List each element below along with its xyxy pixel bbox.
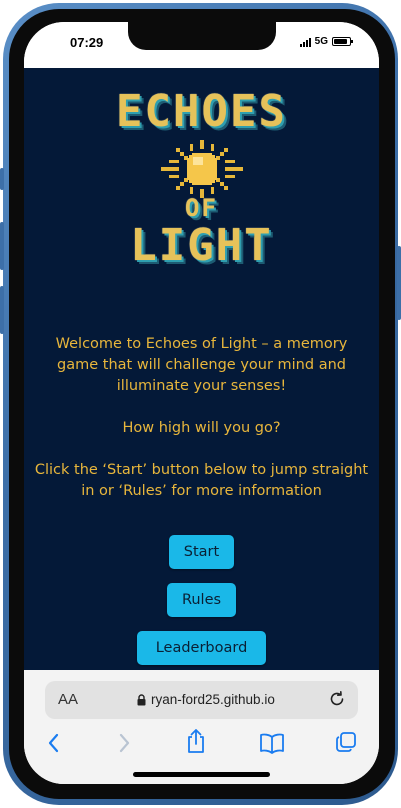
notch <box>128 22 276 50</box>
status-indicators: 5G <box>299 36 353 47</box>
text-size-button[interactable]: AA <box>58 691 78 708</box>
start-button[interactable]: Start <box>169 535 234 569</box>
status-time: 07:29 <box>70 35 104 50</box>
home-indicator[interactable] <box>133 772 270 777</box>
forward-icon[interactable] <box>116 732 132 754</box>
signal-icon <box>299 37 311 47</box>
intro-text: Welcome to Echoes of Light – a memory ga… <box>34 334 369 523</box>
browser-toolbar: AA ryan-ford25.github.io <box>24 670 379 784</box>
logo-light: LIGHT <box>130 220 273 271</box>
leaderboard-button[interactable]: Leaderboard <box>137 631 266 665</box>
volume-down-button <box>0 286 4 334</box>
bookmarks-icon[interactable] <box>259 732 285 754</box>
battery-level <box>334 39 347 44</box>
rules-button[interactable]: Rules <box>167 583 236 617</box>
url-display[interactable]: ryan-ford25.github.io <box>137 692 275 707</box>
share-icon[interactable] <box>185 728 207 754</box>
battery-icon <box>332 37 353 46</box>
phone-screen: 07:29 5G ECHOES OF LIGHT Welcome to Echo… <box>24 22 379 784</box>
logo-of: OF <box>185 194 218 222</box>
address-bar[interactable]: AA ryan-ford25.github.io <box>45 681 358 719</box>
back-icon[interactable] <box>46 732 62 754</box>
url-text: ryan-ford25.github.io <box>151 692 275 707</box>
sun-icon <box>161 140 243 198</box>
status-bar: 07:29 5G <box>24 22 379 68</box>
challenge-question: How high will you go? <box>122 420 281 436</box>
power-button <box>397 246 401 320</box>
welcome-paragraph: Welcome to Echoes of Light – a memory ga… <box>55 336 348 394</box>
network-type: 5G <box>314 36 328 47</box>
web-page: ECHOES OF LIGHT Welcome to Echoes of Lig… <box>24 68 379 670</box>
logo-echoes: ECHOES <box>116 86 287 137</box>
tabs-icon[interactable] <box>335 731 357 753</box>
volume-up-button <box>0 222 4 270</box>
instructions-paragraph: Click the ‘Start’ button below to jump s… <box>34 462 369 499</box>
reload-icon[interactable] <box>328 690 346 708</box>
silent-switch <box>0 168 4 190</box>
game-logo: ECHOES OF LIGHT <box>24 86 379 276</box>
lock-icon <box>137 693 146 705</box>
